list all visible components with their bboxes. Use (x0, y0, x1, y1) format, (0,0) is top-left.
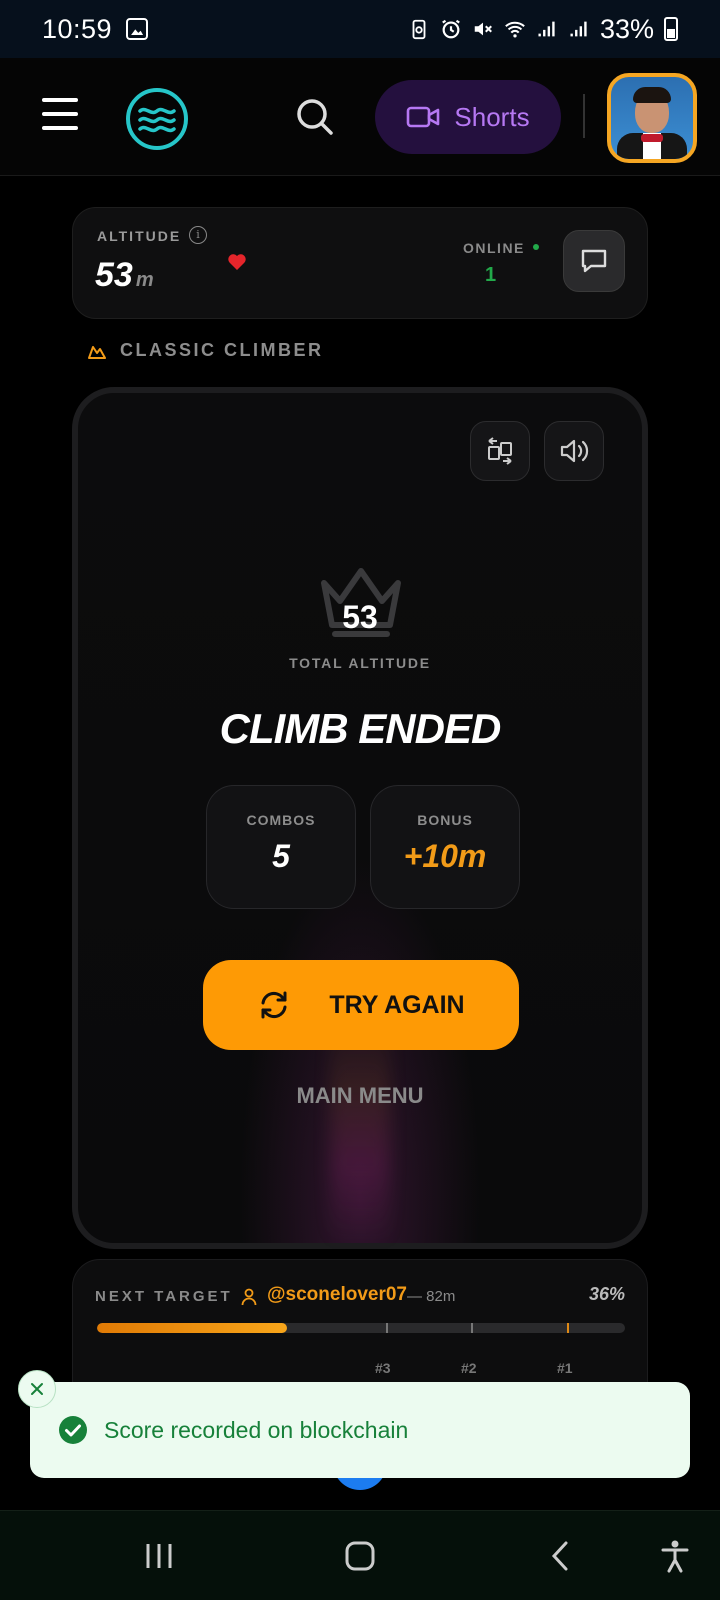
target-percent: 36% (588, 1284, 625, 1304)
back-icon (551, 1541, 568, 1571)
online-count: 1 (485, 264, 497, 286)
battery-saver-icon (412, 19, 426, 40)
header-divider (583, 94, 585, 138)
combos-label: COMBOS (246, 812, 316, 828)
gallery-notification-icon (126, 18, 149, 40)
mute-icon (474, 22, 492, 36)
toast-close-button[interactable] (18, 1370, 56, 1408)
rank-3-label: #3 (375, 1360, 391, 1376)
app-header: Shorts (0, 58, 720, 176)
online-label: ONLINE (463, 240, 525, 256)
heart-icon (228, 254, 246, 270)
game-result-panel: 53 TOTAL ALTITUDE CLIMB ENDED COMBOS 5 B… (72, 387, 648, 1249)
switch-view-button[interactable] (470, 421, 530, 481)
try-again-label: TRY AGAIN (329, 990, 465, 1019)
target-progress-fill (97, 1323, 288, 1333)
try-again-button[interactable]: TRY AGAIN (203, 960, 519, 1050)
altitude-unit: m (135, 269, 154, 291)
altitude-label: ALTITUDE (97, 228, 182, 244)
total-altitude-value: 53 (342, 599, 378, 635)
logo-icon[interactable] (126, 88, 188, 150)
rank-2-tick (471, 1323, 473, 1333)
rank-3-tick (386, 1323, 388, 1333)
rank-1-label: #1 (557, 1360, 573, 1376)
battery-percent: 33% (599, 13, 654, 44)
main-menu-button[interactable]: MAIN MENU (78, 1083, 642, 1109)
search-icon[interactable] (294, 96, 336, 138)
combos-value: 5 (272, 838, 290, 874)
switch-camera-icon (488, 437, 512, 465)
signal-icon (538, 21, 555, 37)
rank-2-label: #2 (461, 1360, 477, 1376)
alarm-icon (442, 19, 460, 39)
rank-1-tick (567, 1323, 569, 1333)
accessibility-button[interactable] (650, 1531, 700, 1581)
altitude-card: ALTITUDE i 53 m ONLINE 1 (72, 207, 648, 319)
success-check-icon (59, 1416, 87, 1444)
recent-apps-button[interactable] (134, 1531, 184, 1581)
wifi-icon (505, 21, 525, 38)
bonus-stat: BONUS +10m (370, 785, 520, 909)
home-button[interactable] (335, 1531, 385, 1581)
back-button[interactable] (537, 1531, 587, 1581)
target-distance: — 82m (407, 1288, 456, 1305)
result-title: CLIMB ENDED (219, 705, 502, 752)
signal-icon-2 (570, 21, 587, 37)
accessibility-icon (661, 1540, 689, 1573)
altitude-value: 53 m (95, 256, 154, 295)
avatar[interactable] (607, 73, 697, 163)
refresh-icon (261, 991, 287, 1019)
combos-stat: COMBOS 5 (206, 785, 356, 909)
next-target-label: NEXT TARGET (95, 1288, 233, 1305)
close-icon (31, 1383, 43, 1395)
target-progress-bar (97, 1323, 625, 1333)
shorts-label: Shorts (454, 101, 530, 132)
user-icon (241, 1288, 257, 1306)
game-mode: CLASSIC CLIMBER (88, 340, 324, 361)
status-time: 10:59 (42, 13, 113, 44)
game-mode-label: CLASSIC CLIMBER (120, 340, 324, 360)
system-navigation-bar (0, 1510, 720, 1600)
recent-apps-icon (146, 1544, 172, 1568)
chat-icon (581, 249, 607, 273)
chat-button[interactable] (563, 230, 625, 292)
battery-icon (664, 17, 678, 41)
target-username[interactable]: @sconelover07 (267, 1284, 407, 1306)
status-bar: 10:59 33% (0, 0, 720, 58)
toast-message: Score recorded on blockchain (104, 1416, 409, 1443)
total-altitude-label: TOTAL ALTITUDE (289, 655, 431, 671)
info-icon[interactable]: i (189, 226, 207, 244)
home-icon (345, 1541, 375, 1571)
sound-button[interactable] (544, 421, 604, 481)
bonus-value: +10m (403, 838, 487, 874)
online-status-dot (533, 244, 539, 250)
mountain-icon (88, 345, 106, 359)
altitude-number: 53 (95, 256, 133, 294)
shorts-button[interactable]: Shorts (375, 80, 561, 154)
menu-icon[interactable] (42, 98, 78, 130)
video-icon (407, 106, 440, 128)
toast-notification: Score recorded on blockchain (30, 1382, 690, 1478)
volume-icon (560, 439, 589, 463)
bonus-label: BONUS (417, 812, 473, 828)
